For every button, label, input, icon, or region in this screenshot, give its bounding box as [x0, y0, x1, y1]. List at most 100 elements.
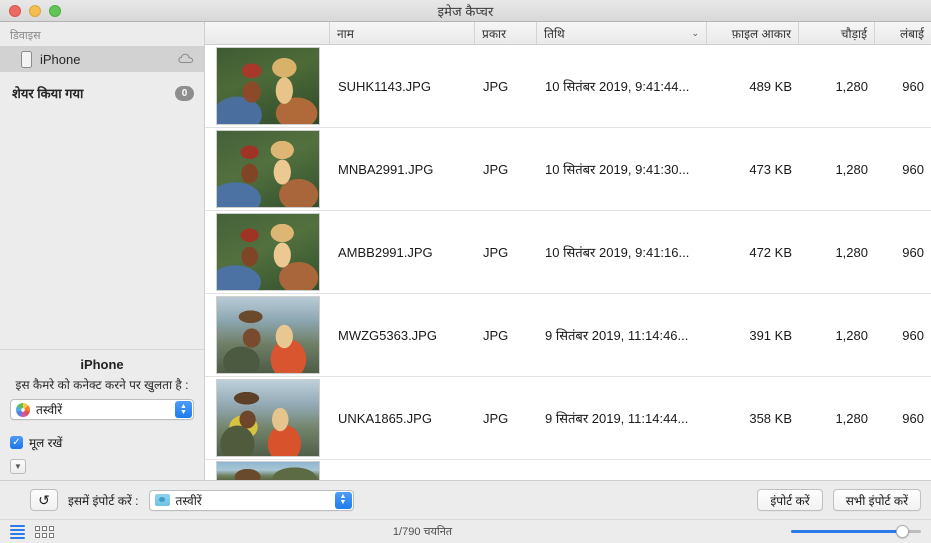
folder-icon — [154, 494, 170, 506]
column-header-height[interactable]: लंबाई — [875, 22, 931, 44]
column-header-size[interactable]: फ़ाइल आकार — [707, 22, 799, 44]
row-name: MNBA2991.JPG — [338, 161, 434, 177]
row-type: JPG — [483, 410, 509, 426]
row-width: 1,280 — [835, 78, 868, 94]
column-header-width[interactable]: चौड़ाई — [799, 22, 875, 44]
row-height: 960 — [902, 244, 924, 260]
disclosure-triangle-icon[interactable]: ▼ — [10, 459, 26, 474]
sidebar-devices-header: डिवाइस — [10, 30, 41, 42]
photo-thumbnail — [215, 461, 320, 480]
row-width: 1,280 — [835, 327, 868, 343]
import-destination-value: तस्वीरें — [175, 493, 202, 508]
chevron-down-icon: ⌄ — [691, 27, 699, 38]
row-thumbnail-cell — [205, 45, 330, 127]
row-height: 960 — [902, 78, 924, 94]
keep-originals-label: मूल रखें — [29, 436, 63, 450]
row-type: JPG — [483, 161, 509, 177]
window-title: इमेज कैप्चर — [437, 3, 494, 19]
bottom-bar: ↺ इसमें इंपोर्ट करें : तस्वीरें ▲ ▼ इंपोर… — [0, 480, 931, 543]
row-size: 489 KB — [749, 78, 792, 94]
row-thumbnail-cell — [205, 128, 330, 210]
import-all-button[interactable]: सभी इंपोर्ट करें — [832, 489, 921, 511]
row-width: 1,280 — [835, 410, 868, 426]
rotate-icon[interactable]: ↺ — [30, 489, 58, 511]
row-height: 960 — [902, 410, 924, 426]
selection-status: 1/790 चयनित — [392, 526, 453, 538]
row-name: MWZG5363.JPG — [338, 327, 437, 343]
file-list-panel: नाम प्रकार तिथि ⌄ फ़ाइल आकार चौड़ाई लंबा… — [205, 22, 931, 480]
sidebar-item-label: iPhone — [40, 51, 81, 67]
row-type: JPG — [483, 78, 509, 94]
slider-fill — [791, 530, 902, 533]
shared-count-badge: 0 — [175, 85, 194, 101]
thumbnail-size-slider[interactable] — [791, 525, 921, 538]
row-size: 473 KB — [749, 161, 792, 177]
open-app-value: तस्वीरें — [36, 403, 63, 417]
photo-thumbnail — [215, 47, 320, 125]
table-row[interactable]: MWZG5363.JPG JPG 9 सितंबर 2019, 11:14:46… — [205, 294, 931, 377]
table-row[interactable]: MNBA2991.JPG JPG 10 सितंबर 2019, 9:41:30… — [205, 128, 931, 211]
import-to-label: इसमें इंपोर्ट करें : — [68, 493, 139, 508]
row-height: 960 — [902, 161, 924, 177]
row-type: JPG — [483, 327, 509, 343]
row-thumbnail-cell — [205, 460, 330, 480]
row-name: UNKA1865.JPG — [338, 410, 432, 426]
column-header-date[interactable]: तिथि ⌄ — [537, 22, 707, 44]
row-name: SUHK1143.JPG — [338, 78, 431, 94]
row-width: 1,280 — [835, 244, 868, 260]
device-connect-description: इस कैमरे को कनेक्ट करने पर खुलता है : — [15, 378, 189, 392]
title-bar: इमेज कैप्चर — [0, 0, 931, 22]
table-row[interactable] — [205, 460, 931, 480]
sidebar-item-shared[interactable]: शेयर किया गया 0 — [0, 80, 204, 106]
import-controls: ↺ इसमें इंपोर्ट करें : तस्वीरें ▲ ▼ इंपोर… — [0, 481, 931, 519]
grid-view-icon[interactable] — [35, 525, 54, 538]
sidebar-item-iphone[interactable]: iPhone — [0, 46, 204, 72]
column-headers: नाम प्रकार तिथि ⌄ फ़ाइल आकार चौड़ाई लंबा… — [205, 22, 931, 45]
row-name: AMBB2991.JPG — [338, 244, 433, 260]
table-row[interactable]: SUHK1143.JPG JPG 10 सितंबर 2019, 9:41:44… — [205, 45, 931, 128]
row-width: 1,280 — [835, 161, 868, 177]
photo-thumbnail — [215, 379, 320, 457]
keep-originals-row[interactable]: ✓ मूल रखें — [10, 420, 194, 451]
sidebar-shared-section: शेयर किया गया 0 — [0, 72, 204, 106]
slider-knob[interactable] — [895, 525, 909, 538]
iphone-icon — [21, 50, 32, 68]
table-row[interactable]: UNKA1865.JPG JPG 9 सितंबर 2019, 11:14:44… — [205, 377, 931, 460]
row-date: 10 सितंबर 2019, 9:41:44... — [545, 79, 690, 94]
column-header-date-label: तिथि — [544, 26, 565, 41]
chevron-updown-icon[interactable]: ▲ ▼ — [175, 401, 192, 418]
row-size: 391 KB — [749, 327, 792, 343]
list-view-icon[interactable] — [10, 524, 25, 539]
row-thumbnail-cell — [205, 377, 330, 459]
image-capture-window: इमेज कैप्चर डिवाइस iPhone शेयर किया गया … — [0, 0, 931, 543]
table-row[interactable]: AMBB2991.JPG JPG 10 सितंबर 2019, 9:41:16… — [205, 211, 931, 294]
window-body: डिवाइस iPhone शेयर किया गया 0 iPhone इस … — [0, 22, 931, 480]
cloud-icon — [178, 52, 194, 67]
file-rows[interactable]: SUHK1143.JPG JPG 10 सितंबर 2019, 9:41:44… — [205, 45, 931, 480]
photos-app-icon — [16, 402, 30, 417]
row-date: 9 सितंबर 2019, 11:14:46... — [545, 328, 689, 343]
column-header-thumbnail[interactable] — [205, 22, 330, 44]
chevron-updown-icon[interactable]: ▲ ▼ — [334, 491, 352, 509]
import-destination-popup[interactable]: तस्वीरें ▲ ▼ — [148, 489, 354, 511]
row-size: 472 KB — [749, 244, 792, 260]
status-bar: 1/790 चयनित — [0, 519, 931, 543]
open-app-popup[interactable]: तस्वीरें ▲ ▼ — [10, 399, 194, 420]
device-name-heading: iPhone — [80, 357, 124, 372]
column-header-type[interactable]: प्रकार — [475, 22, 537, 44]
sidebar-shared-label: शेयर किया गया — [12, 86, 84, 101]
row-height: 960 — [902, 327, 924, 343]
row-date: 10 सितंबर 2019, 9:41:16... — [545, 245, 690, 260]
column-header-name[interactable]: नाम — [330, 22, 475, 44]
row-date: 9 सितंबर 2019, 11:14:44... — [545, 411, 689, 426]
row-thumbnail-cell — [205, 211, 330, 293]
photo-thumbnail — [215, 130, 320, 208]
row-size: 358 KB — [749, 410, 792, 426]
row-thumbnail-cell — [205, 294, 330, 376]
import-button[interactable]: इंपोर्ट करें — [757, 489, 823, 511]
photo-thumbnail — [215, 296, 320, 374]
keep-originals-checkbox[interactable]: ✓ — [10, 436, 23, 449]
row-type: JPG — [483, 244, 509, 260]
device-info-panel: iPhone इस कैमरे को कनेक्ट करने पर खुलता … — [0, 349, 204, 480]
